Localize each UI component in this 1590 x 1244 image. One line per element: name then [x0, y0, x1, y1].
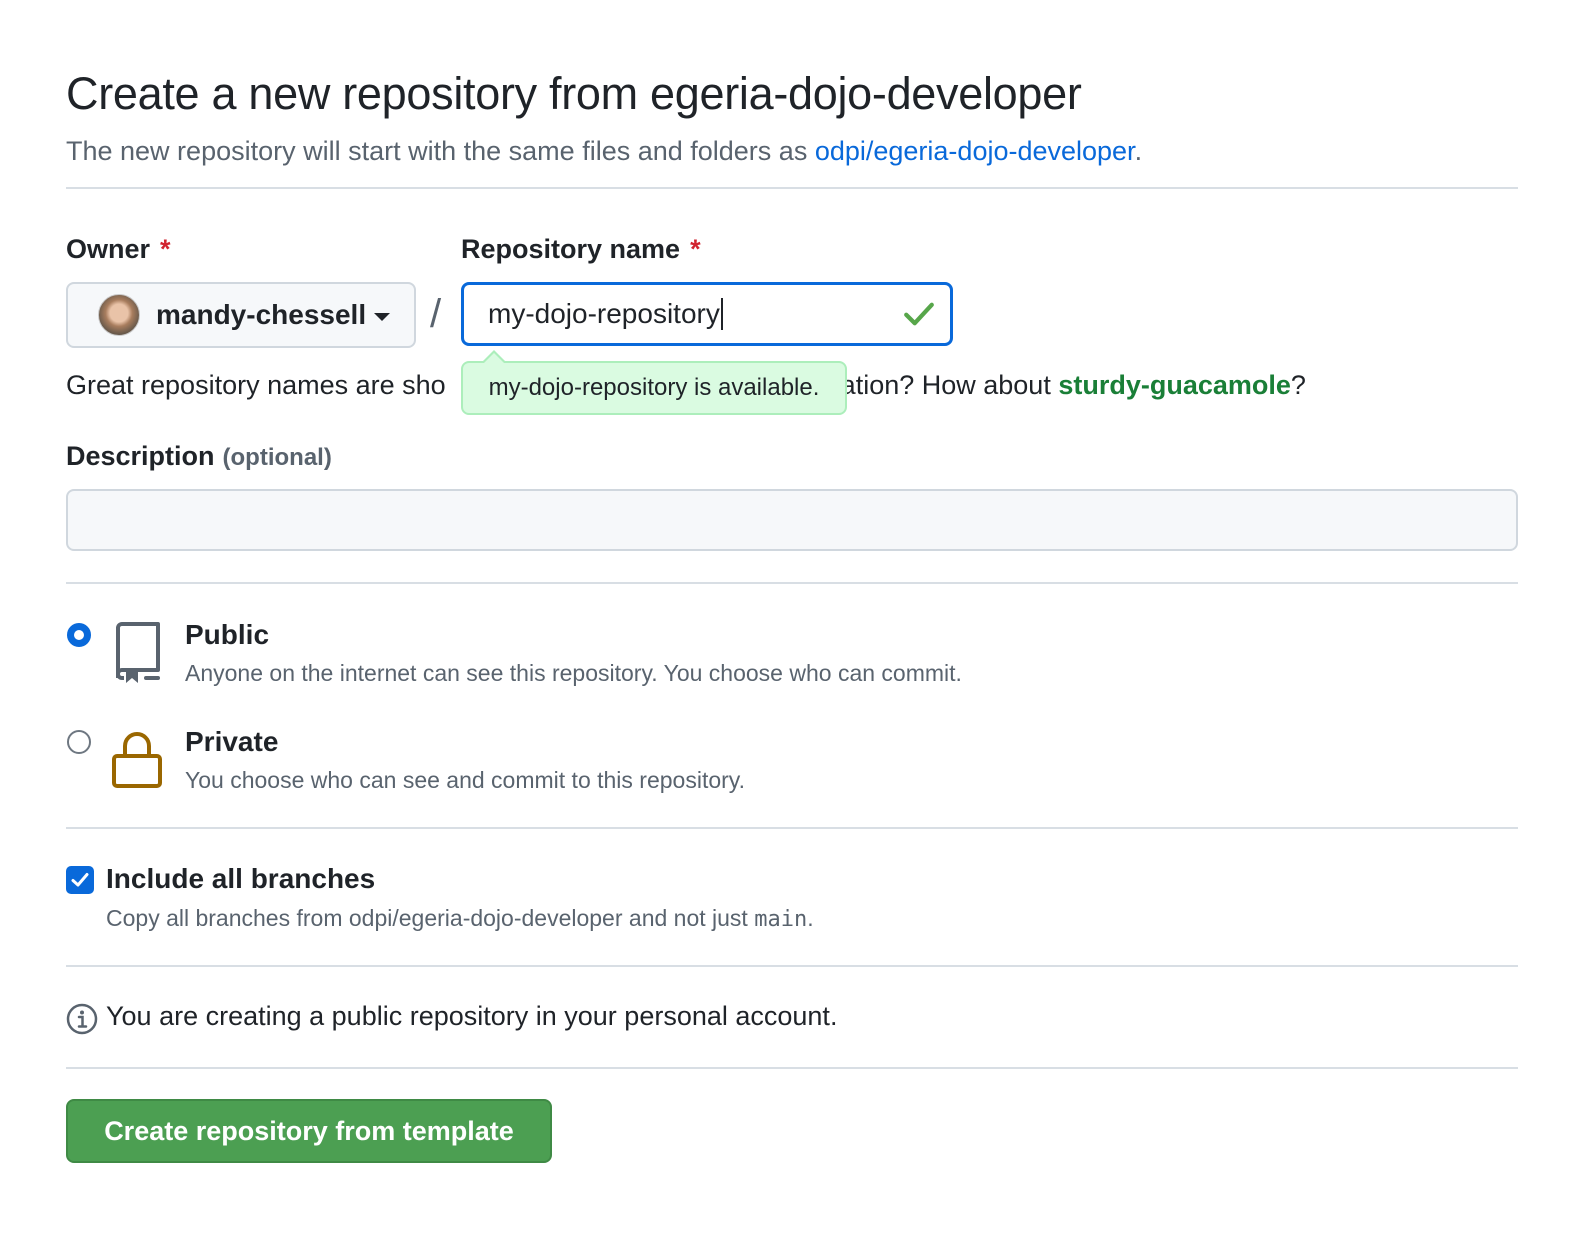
- owner-label-text: Owner: [66, 234, 151, 264]
- include-branches-checkbox[interactable]: [66, 866, 94, 894]
- divider: [66, 582, 1518, 584]
- repo-name-value[interactable]: my-dojo-repository: [488, 298, 720, 330]
- popover-arrow-fill: [484, 353, 504, 363]
- include-branches-description: Copy all branches from odpi/egeria-dojo-…: [106, 905, 814, 932]
- name-suggestion[interactable]: sturdy-guacamole: [1058, 370, 1291, 400]
- owner-repo-separator: /: [430, 292, 442, 336]
- owner-name: mandy-chessell: [156, 299, 367, 330]
- lock-icon: [112, 732, 162, 788]
- optional-tag: (optional): [222, 444, 332, 471]
- repo-name-label: Repository name *: [461, 234, 701, 265]
- availability-popover: my-dojo-repository is available.: [461, 361, 847, 415]
- subtitle-prefix: The new repository will start with the s…: [66, 136, 815, 166]
- divider: [66, 187, 1518, 189]
- info-icon: [66, 1003, 98, 1035]
- chevron-down-icon: [374, 312, 391, 321]
- page-subtitle: The new repository will start with the s…: [66, 136, 1142, 167]
- text-cursor: [720, 298, 723, 330]
- branch-name: main: [754, 907, 808, 932]
- public-description: Anyone on the internet can see this repo…: [185, 660, 962, 686]
- create-repository-label: Create repository from template: [104, 1115, 514, 1146]
- check-icon: [904, 302, 934, 326]
- subtitle-suffix: .: [1134, 136, 1143, 166]
- description-label-text: Description: [66, 441, 215, 471]
- divider: [66, 827, 1518, 829]
- checkmark-icon: [71, 873, 89, 887]
- owner-label: Owner *: [66, 234, 171, 265]
- template-link[interactable]: odpi/egeria-dojo-developer: [815, 136, 1135, 166]
- avatar: [98, 294, 140, 336]
- availability-text: my-dojo-repository is available.: [488, 374, 820, 401]
- owner-select[interactable]: mandy-chessell: [66, 282, 416, 348]
- visibility-info: You are creating a public repository in …: [106, 1001, 838, 1031]
- repo-name-label-text: Repository name: [461, 234, 681, 264]
- owner-required-mark: *: [160, 234, 171, 264]
- description-input[interactable]: [66, 489, 1518, 551]
- hint-prefix: Great repository names are sho: [66, 370, 446, 400]
- repo-name-input[interactable]: my-dojo-repository: [461, 282, 953, 346]
- include-branches-label[interactable]: Include all branches: [106, 863, 375, 895]
- radio-private[interactable]: [67, 730, 91, 754]
- repo-name-required-mark: *: [690, 234, 701, 264]
- branches-desc-suffix: .: [807, 905, 814, 931]
- create-repository-button[interactable]: Create repository from template: [66, 1099, 552, 1163]
- radio-public[interactable]: [67, 623, 91, 647]
- repo-icon: [116, 622, 160, 683]
- private-title: Private: [185, 726, 279, 757]
- hint-suffix: ration? How about: [831, 370, 1059, 400]
- public-title: Public: [185, 619, 270, 650]
- branches-desc-prefix: Copy all branches from odpi/egeria-dojo-…: [106, 905, 755, 931]
- page-title: Create a new repository from egeria-dojo…: [66, 68, 1082, 119]
- description-label: Description (optional): [66, 441, 332, 472]
- divider: [66, 1067, 1518, 1069]
- private-description: You choose who can see and commit to thi…: [185, 767, 745, 793]
- hint-end: ?: [1290, 370, 1306, 400]
- divider: [66, 965, 1518, 967]
